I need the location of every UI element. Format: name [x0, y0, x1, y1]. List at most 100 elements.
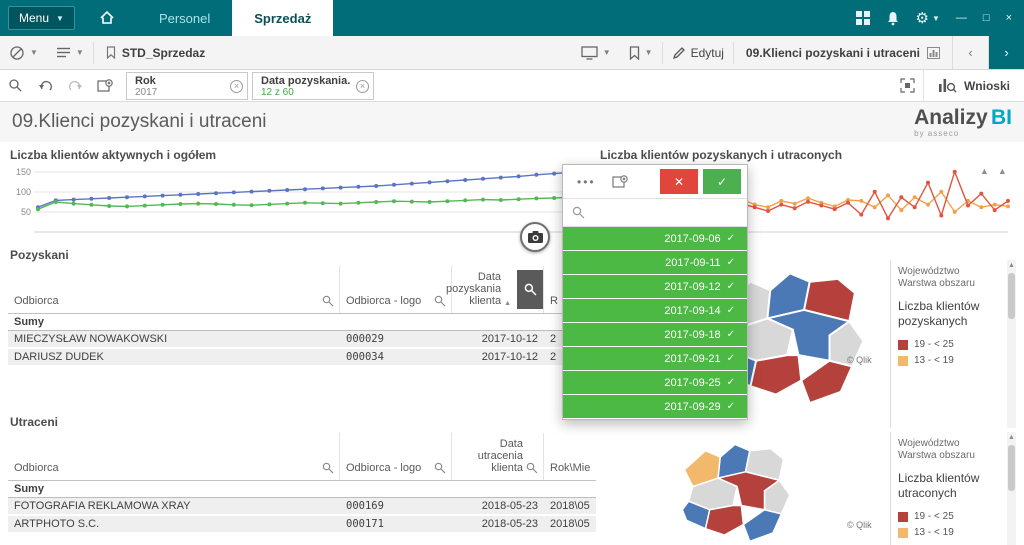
chart-title-gained-lost: Liczba klientów pozyskanych i utraconych [600, 148, 843, 162]
scrollbar[interactable]: ▲ [1007, 432, 1016, 545]
cell-logo: 000034 [346, 351, 384, 363]
table-row[interactable]: MIECZYSŁAW NOWAKOWSKI 000029 2017-10-12 … [8, 331, 596, 349]
scrollbar-thumb[interactable] [1008, 273, 1015, 319]
legend-measure: Liczba klientów pozyskanych [898, 299, 980, 328]
legend-label: 13 - < 19 [914, 355, 954, 366]
check-icon: ✓ [726, 353, 735, 364]
cell-logo: 000169 [346, 500, 384, 512]
clear-selection-icon[interactable] [604, 174, 636, 189]
filter-chip[interactable]: Rok 2017 × [126, 71, 248, 100]
date-option[interactable]: 2017-09-18 ✓ [563, 323, 747, 347]
chevron-down-icon: ▼ [644, 48, 653, 57]
minimize-icon[interactable]: — [956, 12, 967, 24]
clear-selections-button[interactable] [90, 70, 120, 102]
menu-label: Menu [19, 11, 50, 25]
sheet-name-label: 09.Klienci pozyskani i utraceni [745, 45, 920, 60]
map-copyright: © Qlik [847, 520, 872, 530]
legend-measure: Liczba klientów utraconych [898, 471, 980, 500]
edit-button[interactable]: Edytuj [663, 36, 733, 69]
column-header-logo[interactable]: Odbiorca - logo [340, 266, 452, 313]
check-icon: ✓ [726, 377, 735, 388]
bell-icon[interactable] [886, 11, 900, 26]
sheet-list-button[interactable]: ▼ [47, 36, 93, 69]
svg-text:150: 150 [16, 167, 31, 177]
search-icon[interactable] [322, 295, 334, 307]
legend-label: 19 - < 25 [914, 339, 954, 350]
step-back-button[interactable] [30, 70, 60, 102]
date-option[interactable]: 2017-09-14 ✓ [563, 299, 747, 323]
remove-filter-icon[interactable]: × [230, 79, 243, 93]
step-forward-button[interactable] [60, 70, 90, 102]
layer-name: Województwo [898, 266, 960, 277]
check-icon: ✓ [726, 401, 735, 412]
poland-choropleth-map[interactable] [660, 436, 810, 545]
search-icon[interactable] [526, 462, 538, 474]
snapshot-button[interactable] [520, 222, 550, 252]
table-row[interactable]: DARIUSZ DUDEK 000034 2017-10-12 2 [8, 349, 596, 367]
tab-sprzedaż[interactable]: Sprzedaż [232, 0, 334, 36]
scroll-up-icon[interactable]: ▲ [1007, 433, 1016, 443]
cell-rok: 2018\05 [550, 518, 590, 530]
confirm-selection-button[interactable]: ✓ [703, 169, 741, 194]
filter-chip[interactable]: Data pozyskania... 12 z 60 × [252, 71, 374, 100]
date-option[interactable]: 2017-09-21 ✓ [563, 347, 747, 371]
line-chart-active-clients[interactable]: 50 100 150 [8, 162, 580, 242]
settings-button[interactable]: ⚙ ▼ [916, 11, 940, 26]
top-bar: Menu ▼ Personel Sprzedaż ⚙ ▼ — □ × [0, 0, 1024, 36]
legend-swatch [898, 527, 908, 538]
column-header-data-pozyskania[interactable]: Data pozyskania klienta ▲ [446, 266, 544, 313]
bookmarks-button[interactable]: ▼ [620, 36, 662, 69]
insights-button[interactable]: Wnioski [922, 70, 1024, 101]
table-row[interactable]: FOTOGRAFIA REKLAMOWA XRAY 000169 2018-05… [8, 498, 596, 516]
scrollbar-thumb[interactable] [1008, 445, 1015, 491]
selections-tool-button[interactable] [893, 70, 923, 102]
app-window: Menu ▼ Personel Sprzedaż ⚙ ▼ — □ × ▼ ▼ S… [0, 0, 1024, 545]
maximize-icon[interactable]: □ [983, 12, 990, 24]
prev-sheet-button[interactable]: ‹ [952, 36, 988, 69]
search-input[interactable] [592, 206, 738, 219]
column-header-logo[interactable]: Odbiorca - logo [340, 433, 452, 480]
app-name-label: STD_Sprzedaz [121, 45, 206, 60]
brand-accent: BI [991, 105, 1012, 129]
column-header-data-utracenia[interactable]: Data utracenia klienta [452, 433, 544, 480]
table-body: MIECZYSŁAW NOWAKOWSKI 000029 2017-10-12 … [8, 331, 596, 367]
sheet-selector[interactable]: 09.Klienci pozyskani i utraceni [734, 46, 952, 60]
search-icon[interactable] [434, 462, 446, 474]
scroll-up-icon[interactable]: ▲ [1007, 261, 1016, 271]
cancel-selection-button[interactable]: ✕ [660, 169, 698, 194]
next-sheet-button[interactable]: › [988, 36, 1024, 69]
bookmark-icon [629, 45, 640, 60]
toolbar-right: ▼ ▼ Edytuj 09.Klienci pozyskani i utrace… [572, 36, 1024, 69]
selections-search-button[interactable] [0, 70, 30, 102]
tab-personel[interactable]: Personel [137, 0, 232, 36]
date-option[interactable]: 2017-09-11 ✓ [563, 251, 747, 275]
close-icon[interactable]: × [1006, 12, 1012, 24]
section-title-pozyskani: Pozyskani [10, 248, 69, 262]
column-header-rok[interactable]: Rok\Mie [544, 433, 596, 480]
apps-grid-icon[interactable] [855, 11, 870, 25]
date-option[interactable]: 2017-09-29 ✓ [563, 395, 747, 419]
table-body: FOTOGRAFIA REKLAMOWA XRAY 000169 2018-05… [8, 498, 596, 534]
date-option[interactable]: 2017-09-06 ✓ [563, 227, 747, 251]
column-header-odbiorca[interactable]: Odbiorca [8, 433, 340, 480]
global-menu-button[interactable]: ▼ [0, 36, 47, 69]
active-search-button[interactable] [517, 270, 543, 309]
table-row[interactable]: ARTPHOTO S.C. 000171 2018-05-23 2018\05 [8, 516, 596, 534]
cell-rok: 2018\05 [550, 500, 590, 512]
date-option[interactable]: 2017-09-12 ✓ [563, 275, 747, 299]
presentation-button[interactable]: ▼ [572, 36, 620, 69]
remove-filter-icon[interactable]: × [356, 79, 369, 93]
legend-items: 19 - < 25 13 - < 19 [898, 339, 1000, 366]
circle-slash-icon [9, 45, 25, 61]
column-header-odbiorca[interactable]: Odbiorca [8, 266, 340, 313]
gear-icon: ⚙ [915, 9, 929, 27]
scrollbar[interactable]: ▲ [1007, 260, 1016, 428]
menu-button[interactable]: Menu ▼ [8, 6, 75, 30]
home-button[interactable] [93, 0, 121, 36]
date-option[interactable]: 2017-09-25 ✓ [563, 371, 747, 395]
search-icon[interactable] [434, 295, 446, 307]
undo-icon [38, 79, 53, 93]
more-options-icon[interactable]: ••• [569, 175, 604, 189]
bookmark-icon [106, 46, 116, 59]
search-icon[interactable] [322, 462, 334, 474]
